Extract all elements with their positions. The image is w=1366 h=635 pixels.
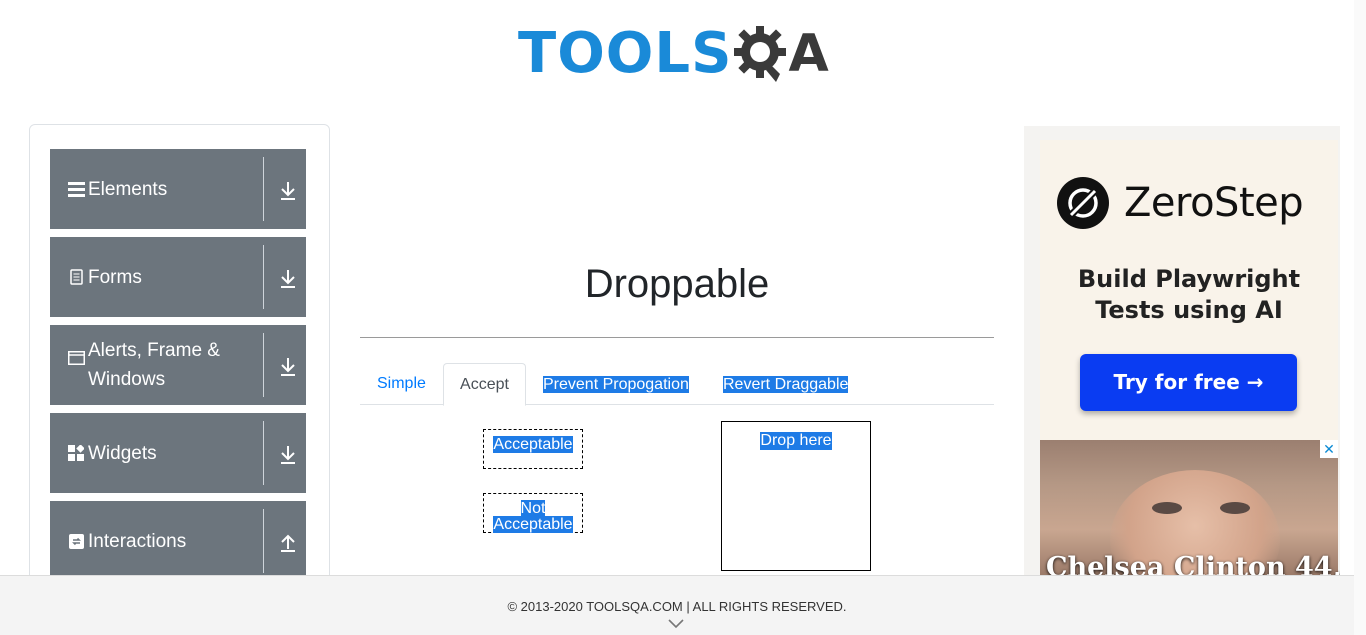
divider (263, 245, 264, 309)
ad-photo-eye (1152, 502, 1182, 514)
tab-revert-draggable[interactable]: Revert Draggable (723, 376, 849, 394)
toolsqa-logo[interactable]: TOOLS A (518, 16, 829, 92)
ad-headline-line2: Tests using AI (1095, 296, 1283, 324)
draggable-label-line1: Not (520, 500, 546, 517)
zerostep-logo-icon (1057, 177, 1109, 229)
ad-brand-name: ZeroStep (1124, 180, 1304, 226)
chevron-down-icon[interactable] (668, 619, 684, 629)
not-acceptable-draggable[interactable]: Not Acceptable (483, 493, 583, 533)
sidebar-group-widgets[interactable]: Widgets (50, 413, 306, 493)
divider (263, 509, 264, 573)
divider (263, 421, 264, 485)
scrollbar[interactable] (1354, 0, 1366, 635)
download-icon (281, 182, 295, 200)
tab-prevent-propogation[interactable]: Prevent Propogation (543, 376, 689, 394)
divider (263, 157, 264, 221)
ad-cta-button[interactable]: Try for free → (1080, 354, 1297, 411)
sidebar-group-elements[interactable]: Elements (50, 149, 306, 229)
sidebar-group-interactions[interactable]: Interactions (50, 501, 306, 581)
footer-copyright: © 2013-2020 TOOLSQA.COM | ALL RIGHTS RES… (507, 599, 847, 614)
menu-icon (67, 181, 85, 197)
drop-target[interactable]: Drop here (721, 421, 871, 571)
tab-label: Revert Draggable (723, 376, 849, 393)
sidebar-group-label: Elements (88, 178, 168, 200)
sidebar-group-label: Widgets (88, 442, 157, 464)
divider (263, 333, 264, 397)
download-icon (281, 270, 295, 288)
divider (360, 337, 994, 338)
draggable-label: Acceptable (493, 436, 573, 453)
ad-photo[interactable]: ✕ Chelsea Clinton 44, (1040, 440, 1340, 586)
ad-close-button[interactable]: ✕ (1320, 440, 1338, 458)
document-icon (67, 269, 85, 285)
acceptable-draggable[interactable]: Acceptable (483, 429, 583, 469)
download-icon (281, 358, 295, 376)
ad-headline: Build Playwright Tests using AI (1040, 264, 1338, 326)
sidebar-group-forms[interactable]: Forms (50, 237, 306, 317)
page: TOOLS A Elements Forms Alerts, Frame & W… (0, 0, 1366, 635)
footer: © 2013-2020 TOOLSQA.COM | ALL RIGHTS RES… (0, 575, 1354, 635)
tab-accept[interactable]: Accept (443, 363, 526, 406)
gear-icon (734, 26, 787, 82)
download-icon (281, 446, 295, 464)
sidebar-group-label: Forms (88, 266, 142, 288)
widgets-icon (67, 445, 85, 461)
logo-text-tools: TOOLS (518, 21, 733, 86)
sidebar: Elements Forms Alerts, Frame & Windows W… (29, 124, 330, 594)
sidebar-group-label: Interactions (88, 530, 187, 552)
ad-banner[interactable]: ZeroStep Build Playwright Tests using AI… (1040, 140, 1338, 440)
logo-text-qa: A (788, 24, 829, 84)
page-title: Droppable (584, 262, 770, 306)
sidebar-group-label: Alerts, Frame & Windows (88, 340, 220, 390)
advertisement[interactable]: ZeroStep Build Playwright Tests using AI… (1024, 126, 1340, 586)
ad-brand: ZeroStep (1056, 176, 1304, 230)
draggable-label-line2: Acceptable (493, 516, 573, 533)
ad-photo-eye (1220, 502, 1250, 514)
ad-headline-line1: Build Playwright (1077, 265, 1301, 293)
tab-label: Prevent Propogation (543, 376, 689, 393)
upload-icon (281, 534, 295, 552)
sidebar-group-alerts[interactable]: Alerts, Frame & Windows (50, 325, 306, 405)
interactions-icon (67, 533, 85, 549)
tab-simple[interactable]: Simple (377, 363, 426, 405)
tab-bar: Simple Accept Prevent Propogation Revert… (360, 363, 994, 406)
drop-target-label: Drop here (760, 432, 832, 450)
window-icon (67, 351, 85, 365)
